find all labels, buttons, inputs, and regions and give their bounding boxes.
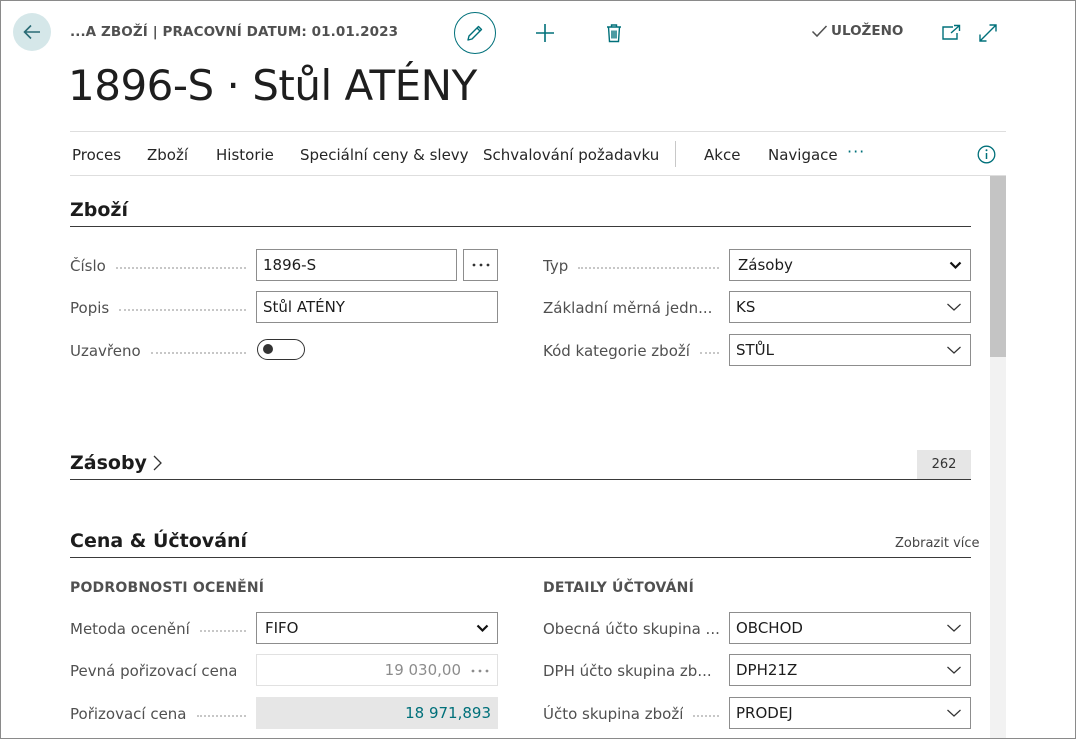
costing-method-value: FIFO — [265, 619, 299, 637]
base-uom-value: KS — [736, 298, 756, 316]
field-type-label: Typ — [543, 257, 719, 275]
action-navigace[interactable]: Navigace — [768, 146, 838, 164]
chevron-down-icon — [476, 624, 489, 633]
edit-button[interactable] — [454, 12, 496, 54]
back-button[interactable] — [13, 13, 51, 51]
page-title: 1896-S · Stůl ATÉNY — [68, 61, 477, 110]
section-title-price[interactable]: Cena & Účtování — [70, 530, 247, 552]
field-vat-prod-posting-label: DPH účto skupina zb... — [543, 662, 712, 680]
action-historie[interactable]: Historie — [216, 146, 274, 164]
chevron-down-icon — [947, 624, 961, 632]
scrollbar-thumb[interactable] — [990, 176, 1006, 357]
chevron-down-icon — [947, 303, 961, 311]
unit-cost-link[interactable]: 18 971,893 — [256, 697, 498, 729]
field-category-label: Kód kategorie zboží — [543, 342, 719, 360]
description-input[interactable]: Stůl ATÉNY — [256, 291, 498, 323]
ellipsis-icon[interactable] — [471, 669, 489, 673]
expand-icon — [979, 24, 997, 42]
field-inventory-posting-label: Účto skupina zboží — [543, 705, 719, 723]
show-more-link[interactable]: Zobrazit více — [895, 536, 980, 551]
section-title-inventory[interactable]: Zásoby — [70, 452, 163, 474]
field-standard-cost-label: Pevná pořizovací cena — [70, 662, 236, 680]
action-bar-divider — [675, 141, 676, 167]
inventory-posting-value: PRODEJ — [736, 704, 793, 722]
number-input[interactable]: 1896-S — [256, 249, 457, 281]
section-divider — [70, 557, 971, 558]
field-blocked-label: Uzavřeno — [70, 342, 246, 360]
section-divider — [70, 479, 971, 480]
action-bar: Proces Zboží Historie Speciální ceny & s… — [70, 131, 1006, 176]
costing-method-select[interactable]: FIFO — [256, 612, 498, 644]
chevron-right-icon — [153, 455, 162, 471]
chevron-down-icon — [947, 346, 961, 354]
chevron-down-icon — [947, 709, 961, 717]
action-akce[interactable]: Akce — [704, 146, 740, 164]
gen-prod-posting-value: OBCHOD — [736, 619, 803, 637]
chevron-down-icon — [947, 666, 961, 674]
expand-button[interactable] — [974, 19, 1002, 47]
costing-details-header: PODROBNOSTI OCENĚNÍ — [70, 580, 265, 596]
field-gen-prod-posting-label: Obecná účto skupina ... — [543, 620, 719, 638]
plus-icon — [536, 24, 554, 42]
base-uom-select[interactable]: KS — [729, 291, 971, 323]
vat-prod-posting-value: DPH21Z — [736, 661, 798, 679]
pencil-icon — [467, 25, 483, 41]
saved-status-label: ULOŽENO — [831, 23, 904, 39]
toggle-knob — [263, 344, 273, 354]
arrow-left-icon — [23, 24, 40, 40]
delete-button[interactable] — [600, 19, 628, 47]
trash-icon — [607, 24, 621, 43]
open-new-window-button[interactable] — [937, 19, 965, 47]
open-in-new-window-icon — [942, 24, 961, 40]
posting-details-header: DETAILY ÚČTOVÁNÍ — [543, 580, 695, 596]
field-unit-cost-label: Pořizovací cena — [70, 705, 246, 723]
more-actions-button[interactable]: ··· — [847, 142, 865, 161]
field-description-label: Popis — [70, 299, 246, 317]
page: ...A ZBOŽÍ | PRACOVNÍ DATUM: 01.01.2023 … — [0, 0, 1076, 739]
type-select[interactable]: Zásoby — [729, 249, 971, 281]
action-proces[interactable]: Proces — [72, 146, 121, 164]
saved-status: ULOŽENO — [811, 23, 903, 39]
breadcrumb: ...A ZBOŽÍ | PRACOVNÍ DATUM: 01.01.2023 — [70, 24, 399, 40]
info-icon — [977, 145, 996, 164]
ellipsis-icon — [472, 263, 489, 267]
standard-cost-input[interactable]: 19 030,00 — [256, 654, 498, 686]
info-button[interactable] — [977, 145, 996, 168]
chevron-down-icon — [949, 261, 962, 270]
section-divider — [70, 226, 971, 227]
checkmark-icon — [811, 25, 828, 38]
standard-cost-value: 19 030,00 — [384, 661, 461, 679]
number-lookup-button[interactable] — [463, 249, 498, 281]
action-zbozi[interactable]: Zboží — [147, 146, 188, 164]
action-approval-request[interactable]: Schvalování požadavku — [483, 146, 659, 164]
blocked-toggle[interactable] — [257, 339, 305, 360]
type-select-value: Zásoby — [738, 256, 793, 274]
gen-prod-posting-select[interactable]: OBCHOD — [729, 612, 971, 644]
new-button[interactable] — [531, 19, 559, 47]
field-costing-method-label: Metoda ocenění — [70, 620, 246, 638]
field-base-uom-label: Základní měrná jedn... — [543, 299, 713, 317]
inventory-posting-select[interactable]: PRODEJ — [729, 697, 971, 729]
vat-prod-posting-select[interactable]: DPH21Z — [729, 654, 971, 686]
section-title-item[interactable]: Zboží — [70, 199, 128, 221]
field-number-label: Číslo — [70, 257, 246, 275]
inventory-badge: 262 — [917, 450, 971, 479]
category-value: STŮL — [736, 341, 775, 359]
action-special-prices[interactable]: Speciální ceny & slevy — [300, 146, 469, 164]
category-select[interactable]: STŮL — [729, 334, 971, 366]
